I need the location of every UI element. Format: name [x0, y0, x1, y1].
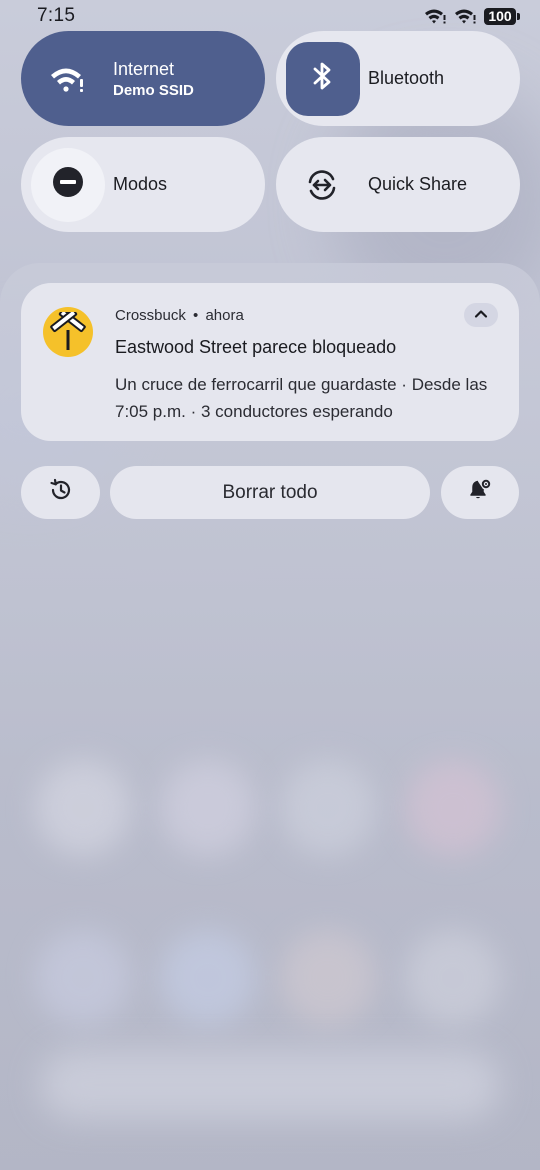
clear-all-button[interactable]: Borrar todo [110, 466, 430, 519]
notification-card[interactable]: Crossbuck • ahora Eastwood Street parece… [21, 283, 519, 441]
history-icon [49, 478, 73, 507]
blurred-app-icon [405, 930, 501, 1026]
chevron-up-icon [474, 306, 488, 324]
bluetooth-icon [312, 60, 334, 97]
notification-header: Crossbuck • ahora [115, 307, 244, 324]
modes-label: Modos [113, 174, 168, 194]
notification-body: Un cruce de ferrocarril que guardaste · … [115, 375, 488, 421]
notification-time: ahora [205, 307, 244, 324]
blurred-app-icon [160, 760, 256, 856]
history-button[interactable] [21, 466, 100, 519]
wifi-alert-icon [424, 8, 446, 24]
blurred-app-icon [35, 760, 131, 856]
internet-tile[interactable]: Internet Demo SSID [21, 31, 265, 126]
notification-settings-icon [468, 478, 492, 507]
bluetooth-tile[interactable]: Bluetooth [276, 31, 520, 126]
notification-title: Eastwood Street parece bloqueado [115, 337, 397, 357]
notification-separator: • [193, 307, 199, 324]
quick-share-label: Quick Share [368, 174, 468, 194]
blurred-app-icon [35, 930, 131, 1026]
blurred-app-icon [160, 930, 256, 1026]
signal-alert-icon [454, 8, 476, 24]
status-icons: 100 [424, 7, 520, 25]
notification-app-name: Crossbuck [115, 307, 186, 324]
internet-label: Internet [113, 58, 175, 79]
blurred-app-icon [405, 760, 501, 856]
battery-icon: 100 [484, 7, 520, 25]
notification-settings-button[interactable] [441, 466, 519, 519]
do-not-disturb-icon [52, 166, 84, 203]
bluetooth-label: Bluetooth [368, 68, 445, 88]
internet-ssid: Demo SSID [113, 81, 194, 99]
blurred-app-icon [280, 930, 376, 1026]
quick-share-icon [304, 168, 340, 202]
bluetooth-toggle[interactable] [286, 41, 360, 116]
clock: 7:15 [37, 5, 76, 26]
railroad-crossing-icon [43, 307, 93, 357]
modes-tile[interactable]: Modos [21, 137, 265, 232]
status-bar: 7:15 100 [0, 0, 540, 32]
wifi-icon [49, 65, 85, 93]
clear-all-label: Borrar todo [222, 481, 318, 503]
quick-share-tile[interactable]: Quick Share [276, 137, 520, 232]
collapse-button[interactable] [464, 303, 498, 327]
blurred-search-bar [40, 1050, 500, 1120]
blurred-app-icon [280, 760, 376, 856]
modes-toggle[interactable] [31, 147, 105, 222]
